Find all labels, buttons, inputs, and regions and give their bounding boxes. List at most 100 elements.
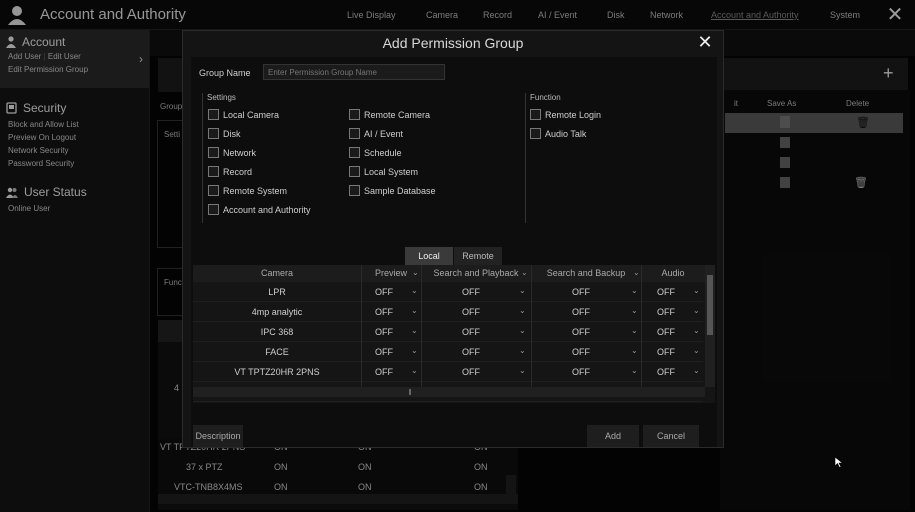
checkbox-box[interactable] — [208, 166, 219, 177]
chevron-down-icon[interactable]: ⌄ — [411, 281, 418, 301]
close-icon[interactable]: ✕ — [883, 3, 907, 27]
add-icon[interactable]: + — [883, 63, 894, 84]
checkbox-remote-system[interactable]: Remote System — [208, 185, 287, 196]
sidebar-link-add-user[interactable]: Add User — [8, 52, 41, 61]
cell-audio[interactable]: OFF — [641, 302, 691, 322]
chevron-down-icon[interactable]: ⌄ — [631, 341, 638, 361]
save-icon[interactable] — [780, 177, 790, 188]
checkbox-local-camera[interactable]: Local Camera — [208, 109, 279, 120]
checkbox-network[interactable]: Network — [208, 147, 256, 158]
chevron-down-icon[interactable]: ⌄ — [519, 281, 526, 301]
nav-record[interactable]: Record — [483, 0, 512, 30]
chevron-down-icon[interactable]: ⌄ — [631, 301, 638, 321]
chevron-down-icon[interactable]: ⌄ — [519, 321, 526, 341]
cell-preview[interactable]: OFF — [361, 282, 407, 302]
cell-search-playback[interactable]: OFF — [421, 342, 521, 362]
checkbox-box[interactable] — [208, 128, 219, 139]
table-row[interactable]: 4mp analytic OFF OFF OFF OFF ⌄ ⌄ ⌄ ⌄ — [193, 302, 703, 322]
chevron-down-icon[interactable]: ⌄ — [631, 361, 638, 381]
cell-search-playback[interactable]: OFF — [421, 282, 521, 302]
save-icon[interactable] — [780, 157, 790, 168]
checkbox-schedule[interactable]: Schedule — [349, 147, 402, 158]
nav-system[interactable]: System — [830, 0, 860, 30]
description-button[interactable]: Description — [193, 425, 243, 447]
table-row[interactable]: FACE OFF OFF OFF OFF ⌄ ⌄ ⌄ ⌄ — [193, 342, 703, 362]
cell-search-playback[interactable]: OFF — [421, 322, 521, 342]
chevron-down-icon[interactable]: ⌄ — [411, 361, 418, 381]
cell-audio[interactable]: OFF — [641, 342, 691, 362]
bg-vscroll[interactable] — [506, 475, 516, 503]
checkbox-record[interactable]: Record — [208, 166, 252, 177]
checkbox-box[interactable] — [530, 109, 541, 120]
cell-audio[interactable]: OFF — [641, 282, 691, 302]
checkbox-box[interactable] — [208, 109, 219, 120]
sidebar-item-account[interactable]: Account Add User | Edit User Edit Permis… — [0, 30, 149, 88]
checkbox-box[interactable] — [208, 147, 219, 158]
vertical-scrollbar[interactable] — [705, 265, 715, 387]
checkbox-box[interactable] — [349, 166, 360, 177]
nav-camera[interactable]: Camera — [426, 0, 458, 30]
table-row[interactable]: IPC 368 OFF OFF OFF OFF ⌄ ⌄ ⌄ ⌄ — [193, 322, 703, 342]
checkbox-disk[interactable]: Disk — [208, 128, 241, 139]
sidebar-link-edit-user[interactable]: Edit User — [48, 52, 81, 61]
tab-remote[interactable]: Remote — [454, 247, 502, 265]
trash-icon[interactable]: 🗑 — [856, 116, 870, 129]
checkbox-box[interactable] — [349, 185, 360, 196]
add-button[interactable]: Add — [587, 425, 639, 447]
chevron-down-icon[interactable]: ⌄ — [519, 341, 526, 361]
save-icon[interactable] — [780, 116, 790, 128]
sidebar-subitem-preview-logout[interactable]: Preview On Logout — [6, 131, 149, 144]
cell-search-backup[interactable]: OFF — [531, 302, 631, 322]
cancel-button[interactable]: Cancel — [643, 425, 699, 447]
sidebar-subitem-block-allow[interactable]: Block and Allow List — [6, 118, 149, 131]
sidebar-subitem-edit-permission-group[interactable]: Edit Permission Group — [6, 63, 149, 76]
nav-ai-event[interactable]: AI / Event — [538, 0, 577, 30]
col-header-audio[interactable]: Audio — [641, 265, 705, 282]
sidebar-item-user-status[interactable]: User Status Online User — [0, 182, 149, 215]
checkbox-local-system[interactable]: Local System — [349, 166, 418, 177]
checkbox-box[interactable] — [208, 204, 219, 215]
chevron-down-icon[interactable]: ⌄ — [693, 361, 700, 381]
checkbox-box[interactable] — [530, 128, 541, 139]
trash-icon[interactable]: 🗑 — [854, 176, 868, 189]
chevron-down-icon[interactable]: ⌄ — [411, 341, 418, 361]
checkbox-box[interactable] — [349, 147, 360, 158]
table-row[interactable]: LPR OFF OFF OFF OFF ⌄ ⌄ ⌄ ⌄ — [193, 282, 703, 302]
chevron-down-icon[interactable]: ⌄ — [411, 321, 418, 341]
group-name-input[interactable] — [263, 64, 445, 80]
tab-local[interactable]: Local — [405, 247, 453, 265]
horizontal-scrollbar[interactable] — [193, 387, 705, 397]
sidebar-subitem-online-user[interactable]: Online User — [6, 202, 149, 215]
cell-preview[interactable]: OFF — [361, 322, 407, 342]
cell-preview[interactable]: OFF — [361, 302, 407, 322]
sidebar-subitem-add-edit-user[interactable]: Add User | Edit User — [6, 50, 149, 63]
chevron-down-icon[interactable]: ⌄ — [519, 361, 526, 381]
nav-network[interactable]: Network — [650, 0, 683, 30]
chevron-down-icon[interactable]: ⌄ — [693, 341, 700, 361]
cell-search-backup[interactable]: OFF — [531, 342, 631, 362]
sidebar-subitem-network-security[interactable]: Network Security — [6, 144, 149, 157]
checkbox-box[interactable] — [349, 128, 360, 139]
checkbox-ai-event[interactable]: AI / Event — [349, 128, 403, 139]
nav-live-display[interactable]: Live Display — [347, 0, 396, 30]
checkbox-sample-database[interactable]: Sample Database — [349, 185, 436, 196]
cell-search-backup[interactable]: OFF — [531, 362, 631, 382]
cell-search-playback[interactable]: OFF — [421, 302, 521, 322]
cell-search-playback[interactable]: OFF — [421, 362, 521, 382]
chevron-down-icon[interactable]: ⌄ — [411, 301, 418, 321]
chevron-down-icon[interactable]: ⌄ — [693, 301, 700, 321]
col-header-search-playback[interactable]: Search and Playback — [421, 265, 531, 282]
cell-audio[interactable]: OFF — [641, 322, 691, 342]
chevron-down-icon[interactable]: ⌄ — [631, 281, 638, 301]
col-header-camera[interactable]: Camera — [193, 265, 361, 282]
col-header-search-backup[interactable]: Search and Backup — [531, 265, 641, 282]
chevron-down-icon[interactable]: ⌄ — [519, 301, 526, 321]
sidebar-subitem-password-security[interactable]: Password Security — [6, 157, 149, 170]
sidebar-item-security[interactable]: Security Block and Allow List Preview On… — [0, 98, 149, 170]
chevron-down-icon[interactable]: ⌄ — [693, 281, 700, 301]
cell-preview[interactable]: OFF — [361, 362, 407, 382]
close-icon[interactable]: ✕ — [695, 32, 715, 53]
checkbox-box[interactable] — [208, 185, 219, 196]
checkbox-box[interactable] — [349, 109, 360, 120]
save-icon[interactable] — [780, 137, 790, 148]
